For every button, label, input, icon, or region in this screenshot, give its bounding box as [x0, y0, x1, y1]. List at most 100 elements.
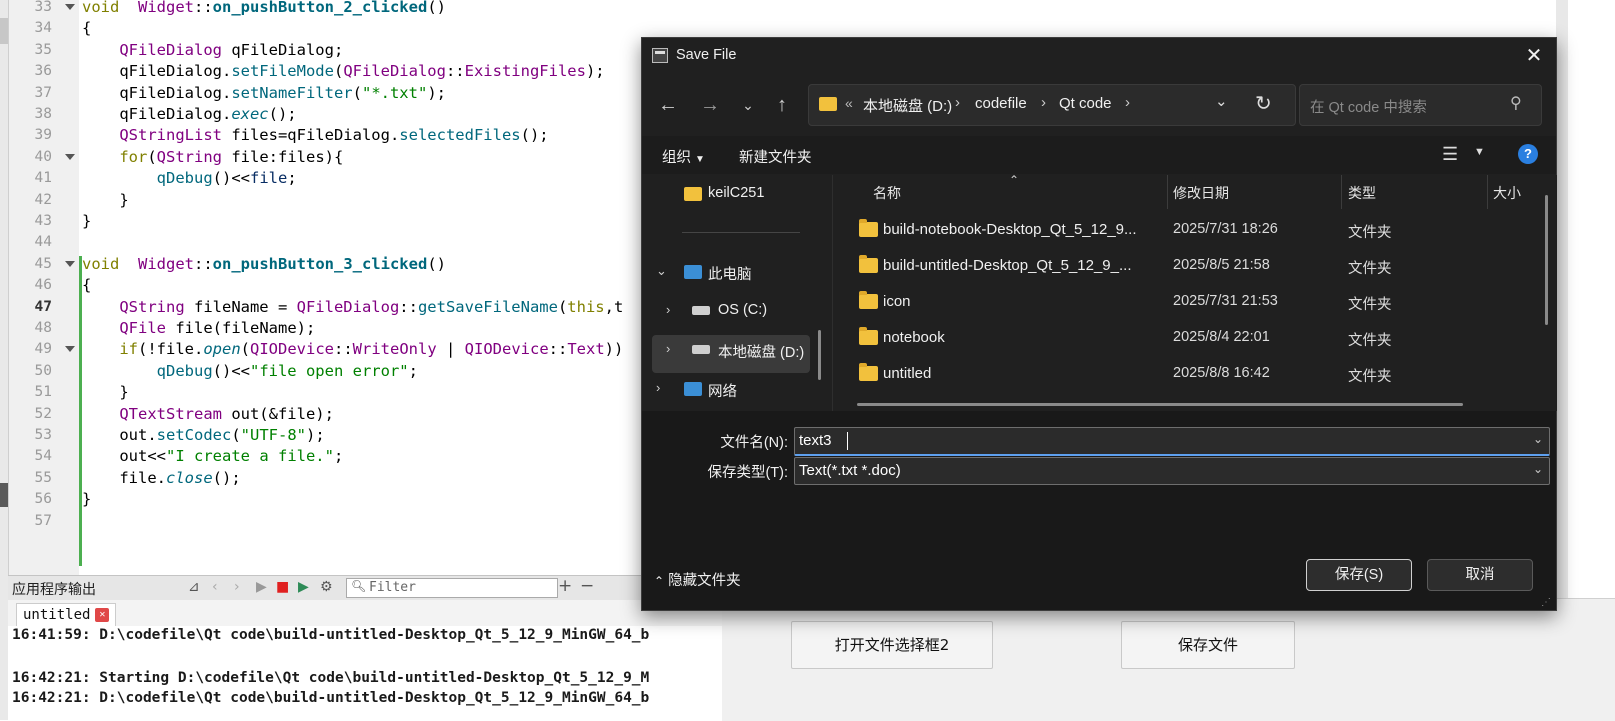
view-options-icon[interactable]: ☰	[1442, 144, 1458, 165]
overflow-chevron-icon[interactable]: «	[845, 95, 853, 111]
minus-icon[interactable]: −	[580, 576, 594, 596]
breadcrumb-separator-icon[interactable]: ›	[1041, 94, 1046, 111]
fold-arrow-icon[interactable]	[65, 153, 75, 160]
nav-item-drive-d[interactable]: › 本地磁盘 (D:)	[666, 331, 826, 369]
organize-menu[interactable]: 组织 ▼	[662, 146, 705, 167]
open-file-dialog-2-button[interactable]: 打开文件选择框2	[791, 621, 993, 669]
breadcrumb-codefile[interactable]: codefile	[975, 95, 1027, 112]
dialog-titlebar[interactable]: Save File ✕	[642, 38, 1556, 74]
forward-arrow-icon[interactable]: →	[698, 93, 722, 117]
file-name: notebook	[883, 329, 945, 346]
file-row[interactable]: notebook 2025/8/4 22:01 文件夹	[833, 320, 1533, 356]
line-number-gutter: 33 34 35 36 37 38 39 40 41 42 43 44 45 46 47 48 49 50 51 52…	[9, 0, 61, 592]
code-token: (	[240, 340, 250, 359]
file-row[interactable]: untitled 2025/8/8 16:42 文件夹	[833, 356, 1533, 392]
nav-item-drive-c[interactable]: › OS (C:)	[666, 292, 826, 330]
run-icon[interactable]: ▶	[256, 579, 267, 595]
chevron-down-icon[interactable]: ⌄	[1533, 432, 1543, 446]
close-icon[interactable]: ✕	[1522, 44, 1546, 68]
column-separator[interactable]	[1167, 175, 1168, 209]
chevron-right-icon[interactable]: ›	[666, 341, 670, 356]
fold-arrow-icon[interactable]	[65, 4, 75, 10]
chevron-down-icon[interactable]: ⌄	[1533, 462, 1543, 476]
code-token: QIODevice	[464, 340, 549, 359]
resize-grip-icon[interactable]: ⋰	[1541, 597, 1551, 608]
vertical-scrollbar[interactable]	[1545, 195, 1548, 325]
recent-locations-chevron-icon[interactable]: ⌄	[736, 93, 760, 117]
code-line: QStringList files=qFileDialog.selectedFi…	[82, 124, 548, 146]
output-tab-untitled[interactable]: untitled ✕	[16, 603, 117, 626]
plus-icon[interactable]: +	[558, 576, 572, 596]
editor-scrollbar[interactable]	[1556, 0, 1568, 600]
back-arrow-icon[interactable]: ←	[656, 93, 680, 117]
caret-down-icon[interactable]: ▼	[1474, 146, 1485, 158]
fold-arrow-icon[interactable]	[65, 260, 75, 267]
code-line: void Widget::on_pushButton_2_clicked()	[82, 0, 446, 18]
code-line: qFileDialog.setNameFilter("*.txt");	[82, 82, 446, 104]
chevron-right-icon[interactable]: ›	[656, 380, 660, 395]
address-bar[interactable]: « 本地磁盘 (D:) › codefile › Qt code › ⌄ ↻	[808, 84, 1296, 126]
filetype-select[interactable]: Text(*.txt *.doc) ⌄	[794, 457, 1550, 485]
code-token: }	[82, 383, 129, 402]
line-number: 35	[34, 41, 52, 58]
code-token: out<<	[82, 447, 166, 466]
file-row[interactable]: build-notebook-Desktop_Qt_5_12_9... 2025…	[833, 212, 1533, 248]
line-number: 37	[34, 84, 52, 101]
breadcrumb-separator-icon[interactable]: ›	[955, 94, 960, 111]
close-icon[interactable]: ✕	[95, 608, 110, 622]
code-token: (	[352, 83, 362, 102]
address-dropdown-icon[interactable]: ⌄	[1215, 92, 1228, 110]
filter-input[interactable]: 🔍︎ Filter	[346, 578, 558, 598]
filename-input[interactable]: text3 ⌄	[794, 427, 1550, 456]
breadcrumb-qt-code[interactable]: Qt code	[1059, 95, 1112, 112]
hide-folders-toggle[interactable]: ⌃ 隐藏文件夹	[654, 569, 741, 590]
save-file-button[interactable]: 保存文件	[1121, 621, 1295, 669]
chevron-down-icon[interactable]: ⌄	[656, 263, 667, 279]
cancel-button[interactable]: 取消	[1427, 559, 1533, 591]
breadcrumb-separator-icon[interactable]: ›	[1125, 94, 1130, 111]
prev-icon[interactable]: ‹	[212, 579, 218, 595]
column-header-type[interactable]: 类型	[1348, 183, 1376, 203]
refresh-icon[interactable]: ↻	[1255, 91, 1272, 116]
fold-arrow-icon[interactable]	[65, 346, 75, 353]
column-separator[interactable]	[1341, 175, 1342, 209]
code-token: );	[427, 83, 446, 102]
help-icon[interactable]: ?	[1518, 144, 1538, 164]
app-window: 打开文件选择框2 保存文件	[722, 598, 1615, 721]
file-list: 名称 ⌃ 修改日期 类型 大小 build-notebook-Desktop_Q…	[832, 173, 1557, 411]
file-row[interactable]: build-untitled-Desktop_Qt_5_12_9_... 202…	[833, 248, 1533, 284]
column-header-date[interactable]: 修改日期	[1173, 183, 1229, 203]
nav-item-keilc251[interactable]: keilC251	[684, 175, 824, 213]
gear-icon[interactable]: ⚙	[320, 579, 333, 595]
up-arrow-icon[interactable]: ↑	[770, 93, 794, 117]
app-icon	[652, 48, 668, 63]
code-token: (	[333, 62, 344, 81]
code-line: qDebug()<<"file open error";	[82, 360, 418, 382]
code-token: qFileDialog.	[82, 83, 232, 102]
save-button[interactable]: 保存(S)	[1306, 559, 1412, 591]
column-separator[interactable]	[1487, 175, 1488, 209]
nav-scrollbar[interactable]	[818, 330, 821, 380]
output-toolbar: 应用程序输出 ⊿ ‹ › ▶ ■ ▶ ⚙ 🔍︎ Filter + −	[8, 575, 648, 601]
code-token: for	[119, 147, 148, 166]
rerun-icon[interactable]: ▶	[298, 579, 309, 595]
code-token: ();	[212, 468, 241, 487]
nav-item-network[interactable]: › 网络	[656, 370, 826, 408]
new-folder-button[interactable]: 新建文件夹	[739, 146, 812, 167]
breadcrumb-drive-d[interactable]: 本地磁盘 (D:)	[863, 95, 952, 116]
search-box[interactable]: 在 Qt code 中搜索 ⚲	[1299, 84, 1542, 126]
next-icon[interactable]: ›	[234, 579, 240, 595]
horizontal-scrollbar[interactable]	[857, 403, 1463, 406]
clear-output-icon[interactable]: ⊿	[188, 579, 200, 595]
column-header-size[interactable]: 大小	[1493, 183, 1521, 203]
output-tabs: untitled ✕	[8, 600, 722, 626]
stop-icon[interactable]: ■	[276, 579, 289, 595]
file-row[interactable]: icon 2025/7/31 21:53 文件夹	[833, 284, 1533, 320]
code-token: qDebug	[156, 169, 213, 188]
code-token: ,t	[604, 297, 624, 316]
output-title: 应用程序输出	[12, 582, 96, 598]
nav-item-this-pc[interactable]: ⌄ 此电脑	[656, 253, 826, 291]
column-header-name[interactable]: 名称	[873, 183, 901, 203]
code-line: {	[82, 274, 91, 296]
chevron-right-icon[interactable]: ›	[666, 302, 670, 317]
